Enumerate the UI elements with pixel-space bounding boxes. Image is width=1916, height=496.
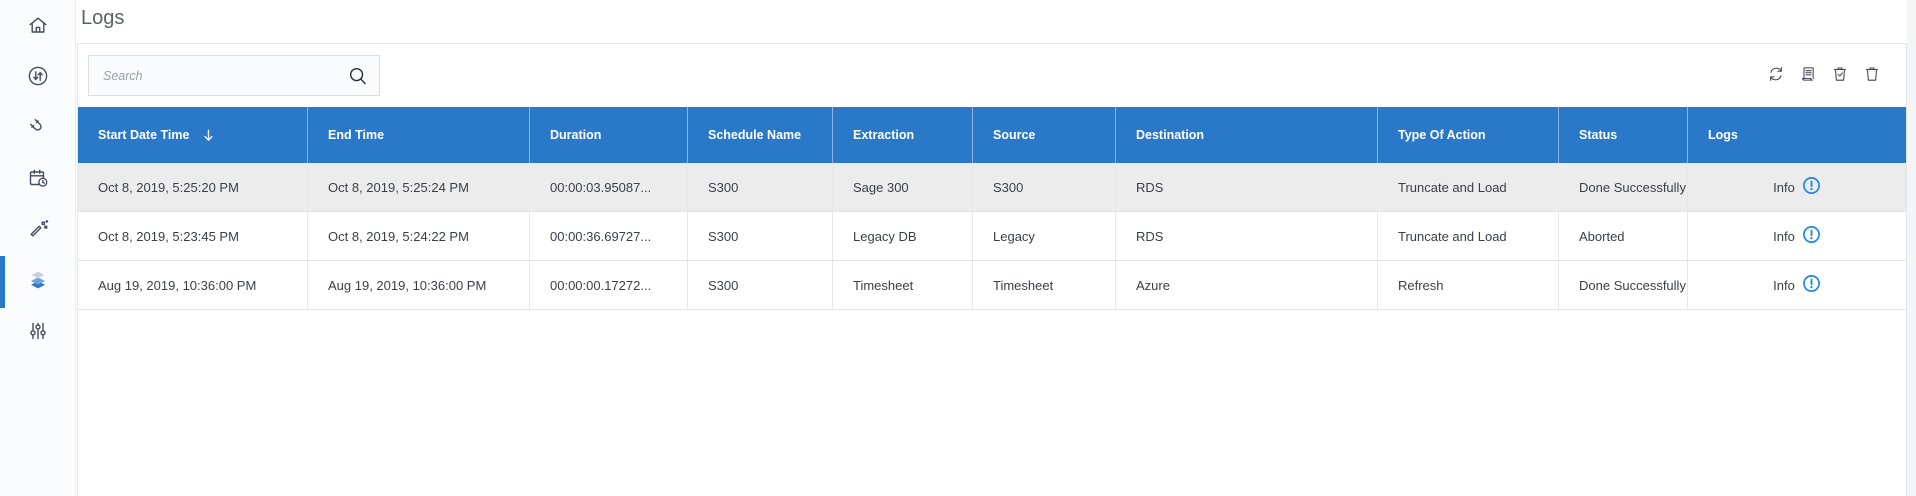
cell-extraction: Timesheet bbox=[833, 261, 973, 309]
column-header-source[interactable]: Source bbox=[973, 107, 1116, 163]
info-label: Info bbox=[1773, 228, 1795, 244]
sync-circle-icon bbox=[26, 64, 50, 91]
column-header-status[interactable]: Status bbox=[1559, 107, 1688, 163]
table-row[interactable]: Aug 19, 2019, 10:36:00 PM Aug 19, 2019, … bbox=[78, 261, 1906, 310]
page-title: Logs bbox=[81, 7, 125, 29]
sidebar-item-connections[interactable] bbox=[26, 116, 50, 140]
logs-panel: Start Date Time End Time Duration Schedu… bbox=[77, 43, 1907, 496]
cell-status: Aborted bbox=[1559, 212, 1688, 260]
cell-logs: Info bbox=[1688, 212, 1906, 260]
app-window: Logs Search Start Date Time End Time Dur… bbox=[0, 0, 1916, 496]
report-icon bbox=[1798, 64, 1818, 87]
main-content: Logs Search Start Date Time End Time Dur… bbox=[76, 0, 1916, 496]
column-header-label: Start Date Time bbox=[98, 128, 190, 142]
sidebar bbox=[0, 0, 76, 496]
info-button[interactable]: Info bbox=[1773, 274, 1821, 296]
column-header-label: Status bbox=[1579, 128, 1618, 142]
info-button[interactable]: Info bbox=[1773, 176, 1821, 198]
sidebar-item-home[interactable] bbox=[26, 14, 50, 38]
home-icon bbox=[26, 13, 50, 40]
refresh-button[interactable] bbox=[1766, 66, 1786, 86]
layers-icon bbox=[26, 268, 50, 295]
cell-end-time: Oct 8, 2019, 5:25:24 PM bbox=[308, 163, 530, 211]
logs-table: Start Date Time End Time Duration Schedu… bbox=[78, 107, 1906, 310]
cell-status: Done Successfully bbox=[1559, 261, 1688, 309]
magnet-icon bbox=[26, 115, 50, 142]
sidebar-item-schedules[interactable] bbox=[26, 167, 50, 191]
column-header-label: End Time bbox=[328, 128, 385, 142]
delete-button[interactable] bbox=[1862, 66, 1882, 86]
column-header-logs[interactable]: Logs bbox=[1688, 107, 1906, 163]
info-circle-icon bbox=[1802, 176, 1821, 198]
search-icon[interactable] bbox=[347, 65, 370, 88]
cell-source: S300 bbox=[973, 163, 1116, 211]
column-header-label: Type Of Action bbox=[1398, 128, 1486, 142]
clear-logs-button[interactable] bbox=[1830, 66, 1850, 86]
info-label: Info bbox=[1773, 179, 1795, 195]
cell-logs: Info bbox=[1688, 261, 1906, 309]
column-header-schedule-name[interactable]: Schedule Name bbox=[688, 107, 833, 163]
cell-source: Timesheet bbox=[973, 261, 1116, 309]
sort-descending-icon bbox=[201, 128, 216, 143]
sidebar-item-transfers[interactable] bbox=[26, 65, 50, 89]
cell-type-of-action: Truncate and Load bbox=[1378, 163, 1559, 211]
table-row[interactable]: Oct 8, 2019, 5:25:20 PM Oct 8, 2019, 5:2… bbox=[78, 163, 1906, 212]
cell-extraction: Legacy DB bbox=[833, 212, 973, 260]
cell-start-date-time: Oct 8, 2019, 5:23:45 PM bbox=[78, 212, 308, 260]
column-header-start-date-time[interactable]: Start Date Time bbox=[78, 107, 308, 163]
cell-status: Done Successfully bbox=[1559, 163, 1688, 211]
report-button[interactable] bbox=[1798, 66, 1818, 86]
cell-duration: 00:00:00.17272... bbox=[530, 261, 688, 309]
trash-check-icon bbox=[1830, 64, 1850, 87]
magic-wand-icon bbox=[26, 217, 50, 244]
cell-destination: Azure bbox=[1116, 261, 1378, 309]
info-circle-icon bbox=[1802, 225, 1821, 247]
calendar-clock-icon bbox=[26, 166, 50, 193]
column-header-label: Source bbox=[993, 128, 1036, 142]
cell-start-date-time: Oct 8, 2019, 5:25:20 PM bbox=[78, 163, 308, 211]
column-header-extraction[interactable]: Extraction bbox=[833, 107, 973, 163]
cell-schedule-name: S300 bbox=[688, 261, 833, 309]
cell-duration: 00:00:03.95087... bbox=[530, 163, 688, 211]
scroll-gutter bbox=[1907, 0, 1916, 496]
cell-end-time: Oct 8, 2019, 5:24:22 PM bbox=[308, 212, 530, 260]
info-button[interactable]: Info bbox=[1773, 225, 1821, 247]
column-header-label: Extraction bbox=[853, 128, 915, 142]
column-header-label: Logs bbox=[1708, 128, 1738, 142]
cell-schedule-name: S300 bbox=[688, 212, 833, 260]
column-header-label: Destination bbox=[1136, 128, 1205, 142]
cell-end-time: Aug 19, 2019, 10:36:00 PM bbox=[308, 261, 530, 309]
column-header-duration[interactable]: Duration bbox=[530, 107, 688, 163]
cell-logs: Info bbox=[1688, 163, 1906, 211]
column-header-end-time[interactable]: End Time bbox=[308, 107, 530, 163]
cell-type-of-action: Truncate and Load bbox=[1378, 212, 1559, 260]
refresh-icon bbox=[1766, 64, 1786, 87]
cell-extraction: Sage 300 bbox=[833, 163, 973, 211]
column-header-destination[interactable]: Destination bbox=[1116, 107, 1378, 163]
search-input[interactable] bbox=[89, 56, 379, 95]
active-item-indicator bbox=[0, 256, 5, 308]
sidebar-item-logs[interactable] bbox=[26, 269, 50, 293]
column-header-type-of-action[interactable]: Type Of Action bbox=[1378, 107, 1559, 163]
info-circle-icon bbox=[1802, 274, 1821, 296]
cell-start-date-time: Aug 19, 2019, 10:36:00 PM bbox=[78, 261, 308, 309]
table-row[interactable]: Oct 8, 2019, 5:23:45 PM Oct 8, 2019, 5:2… bbox=[78, 212, 1906, 261]
cell-duration: 00:00:36.69727... bbox=[530, 212, 688, 260]
cell-type-of-action: Refresh bbox=[1378, 261, 1559, 309]
toolbar-icons bbox=[1766, 66, 1882, 86]
search-box bbox=[88, 55, 380, 96]
sidebar-item-mapping[interactable] bbox=[26, 218, 50, 242]
trash-icon bbox=[1862, 64, 1882, 87]
cell-source: Legacy bbox=[973, 212, 1116, 260]
cell-destination: RDS bbox=[1116, 212, 1378, 260]
sliders-icon bbox=[26, 319, 50, 346]
info-label: Info bbox=[1773, 277, 1795, 293]
column-header-label: Duration bbox=[550, 128, 602, 142]
panel-toolbar bbox=[78, 44, 1906, 107]
table-header-row: Start Date Time End Time Duration Schedu… bbox=[78, 107, 1906, 163]
cell-schedule-name: S300 bbox=[688, 163, 833, 211]
cell-destination: RDS bbox=[1116, 163, 1378, 211]
sidebar-item-settings[interactable] bbox=[26, 320, 50, 344]
column-header-label: Schedule Name bbox=[708, 128, 802, 142]
